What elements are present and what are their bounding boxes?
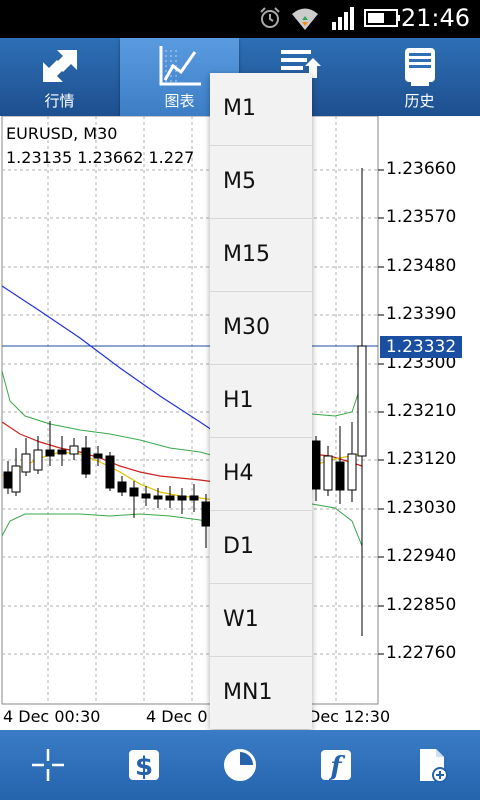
wifi-icon [292, 8, 318, 30]
chart-ohlc-values: 1.23135 1.23662 1.227 [6, 148, 195, 167]
y-tick-label: 1.23480 [386, 256, 457, 276]
timeframe-menu: M1 M5 M15 M30 H1 H4 D1 W1 MN1 [210, 73, 312, 729]
y-tick-label: 1.22760 [386, 643, 457, 663]
crosshair-button[interactable] [0, 730, 96, 800]
menu-item-w1[interactable]: W1 [210, 584, 312, 657]
ma-slow-line [1, 285, 216, 433]
chart-line-icon [159, 46, 201, 86]
y-tick-label: 1.22850 [386, 595, 457, 615]
status-clock: 21:46 [400, 4, 470, 32]
menu-item-m30[interactable]: M30 [210, 292, 312, 365]
new-order-button[interactable]: $ [96, 730, 192, 800]
chart-grid [2, 116, 378, 704]
menu-item-d1[interactable]: D1 [210, 511, 312, 584]
signal-icon [332, 7, 354, 30]
x-tick-label: 4 Dec 0 [146, 707, 208, 726]
x-tick-label: Dec 12:30 [308, 707, 391, 726]
svg-text:$: $ [135, 752, 153, 782]
y-tick-label: 1.23660 [386, 159, 457, 179]
menu-item-h1[interactable]: H1 [210, 365, 312, 438]
alarm-icon [260, 7, 280, 28]
period-clock-icon [224, 749, 256, 781]
period-button[interactable] [192, 730, 288, 800]
y-tick-label: 1.23030 [386, 498, 457, 518]
menu-item-m1[interactable]: M1 [210, 73, 312, 146]
history-book-icon [405, 48, 435, 86]
tab-history[interactable]: 历史 [360, 38, 479, 116]
menu-item-m5[interactable]: M5 [210, 146, 312, 219]
bollinger-upper-line [1, 370, 216, 457]
tab-quotes[interactable]: 行情 [0, 38, 119, 116]
chart-symbol-label: EURUSD, M30 [6, 124, 118, 143]
x-tick-label: 4 Dec 00:30 [3, 707, 101, 726]
status-bar: 21:46 [0, 0, 480, 38]
y-tick-label: 1.23120 [386, 449, 457, 469]
bollinger-lower-right [311, 503, 363, 547]
bollinger-upper-right [311, 377, 365, 417]
menu-item-h4[interactable]: H4 [210, 438, 312, 511]
y-axis-ticks [378, 169, 384, 655]
bollinger-lower-line [1, 513, 216, 537]
crosshair-icon [32, 749, 64, 781]
y-tick-label: 1.23390 [386, 304, 457, 324]
indicators-button[interactable]: f [288, 730, 384, 800]
dollar-icon: $ [129, 750, 159, 782]
tab-quotes-label: 行情 [44, 92, 75, 110]
menu-item-m15[interactable]: M15 [210, 219, 312, 292]
y-tick-label: 1.23210 [386, 401, 457, 421]
menu-item-mn1[interactable]: MN1 [210, 657, 312, 729]
quotes-arrows-icon [43, 50, 77, 82]
bottom-toolbar: $ f [0, 730, 480, 800]
tab-history-label: 历史 [404, 92, 435, 110]
y-tick-label: 1.23570 [386, 207, 457, 227]
indicator-f-icon: f [321, 750, 351, 782]
y-tick-label: 1.22940 [386, 546, 457, 566]
current-price-badge: 1.23332 [380, 336, 462, 358]
objects-button[interactable] [384, 730, 480, 800]
battery-icon [364, 9, 400, 27]
chart-frame [1, 116, 379, 705]
new-document-icon [420, 749, 448, 783]
